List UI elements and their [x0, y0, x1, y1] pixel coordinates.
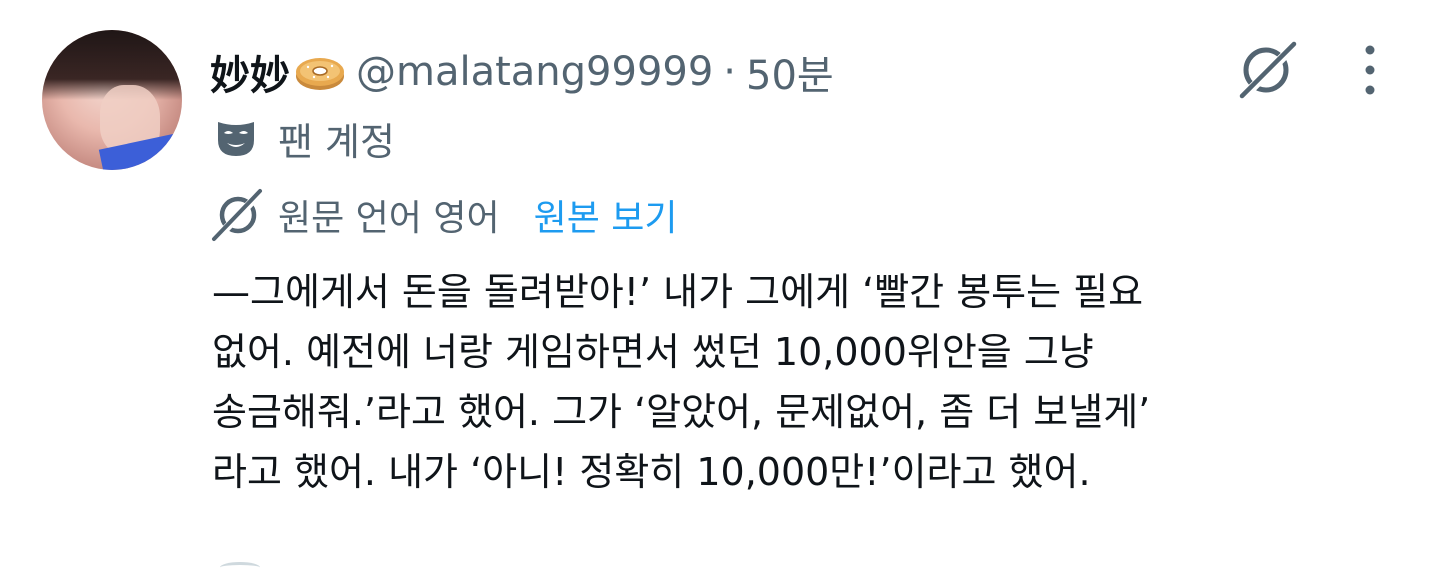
next-content-edge — [220, 562, 260, 573]
tweet-text: —그에게서 돈을 돌려받아!’ 내가 그에게 ‘빨간 봉투는 필요 없어. 예전… — [212, 262, 1392, 502]
tweet-text-line: 없어. 예전에 너랑 게임하면서 썼던 10,000위안을 그냥 — [212, 330, 1094, 374]
grok-icon[interactable] — [1236, 38, 1300, 102]
translation-notice: 원문 언어 영어 원본 보기 — [210, 186, 678, 244]
grok-icon — [212, 189, 263, 242]
tweet-text-line: —그에게서 돈을 돌려받아!’ 내가 그에게 ‘빨간 봉투는 필요 — [212, 270, 1144, 314]
bagel-emoji-icon — [296, 58, 344, 90]
view-original-link[interactable]: 원본 보기 — [534, 189, 678, 241]
translation-label: 원문 언어 영어 — [278, 198, 500, 239]
header-separator: · — [723, 49, 737, 95]
tweet-timestamp[interactable]: 50분 — [746, 43, 834, 101]
tweet-text-line: 송금해줘.’라고 했어. 그가 ‘알았어, 문제없어, 좀 더 보낼게’ — [212, 390, 1151, 434]
mask-icon — [218, 122, 254, 156]
author-handle[interactable]: @malatang99999 — [356, 49, 713, 95]
fan-account-label: 팬 계정 — [278, 119, 395, 164]
tweet-header: 妙妙 @malatang99999 · 50분 — [210, 40, 834, 104]
author-display-name[interactable]: 妙妙 — [210, 43, 290, 101]
tweet-text-line: 라고 했어. 내가 ‘아니! 정확히 10,000만!’이라고 했어. — [212, 450, 1091, 494]
fan-account-badge: 팬 계정 — [214, 110, 395, 166]
avatar[interactable] — [42, 30, 182, 170]
more-vertical-icon[interactable] — [1352, 40, 1388, 100]
